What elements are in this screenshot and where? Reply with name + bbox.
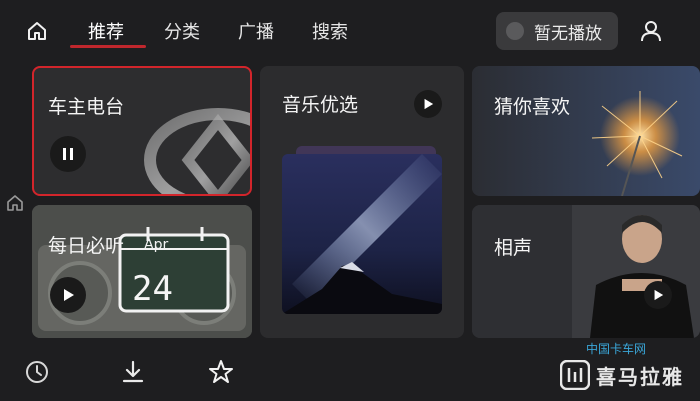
home-icon[interactable] xyxy=(26,20,48,42)
calendar-month: Apr xyxy=(144,237,169,253)
card-title: 猜你喜欢 xyxy=(494,96,571,118)
download-icon[interactable] xyxy=(120,359,146,385)
tab-categories[interactable]: 分类 xyxy=(164,18,200,44)
top-bar: 推荐 分类 广播 搜索 暂无播放 xyxy=(0,0,700,62)
card-guess-you-like[interactable]: 猜你喜欢 xyxy=(472,66,700,196)
star-icon[interactable] xyxy=(208,359,234,385)
play-button[interactable] xyxy=(50,277,86,313)
pause-icon xyxy=(63,148,73,160)
card-title: 音乐优选 xyxy=(282,94,359,116)
ximalaya-logo-icon xyxy=(560,360,590,390)
card-crosstalk[interactable]: 相声 xyxy=(472,205,700,338)
album-cover xyxy=(282,154,442,314)
active-tab-indicator xyxy=(70,45,146,48)
history-icon[interactable] xyxy=(24,359,50,385)
side-home-icon[interactable] xyxy=(6,194,24,212)
play-button[interactable] xyxy=(414,90,442,118)
tab-search[interactable]: 搜索 xyxy=(312,18,348,44)
watermark-text: 中国卡车网 xyxy=(586,342,647,356)
sparkler-art xyxy=(472,66,700,196)
card-title: 车主电台 xyxy=(48,96,125,118)
calendar-day: 24 xyxy=(132,269,173,309)
pause-button[interactable] xyxy=(50,136,86,172)
user-icon[interactable] xyxy=(638,18,664,44)
performer-art xyxy=(472,205,700,338)
now-playing-button[interactable]: 暂无播放 xyxy=(496,12,618,50)
tab-recommend[interactable]: 推荐 xyxy=(88,18,124,44)
now-playing-label: 暂无播放 xyxy=(534,23,602,44)
play-icon xyxy=(654,289,664,301)
play-button[interactable] xyxy=(644,281,672,309)
ximalaya-logo: 喜马拉雅 xyxy=(560,358,700,392)
ximalaya-logo-text: 喜马拉雅 xyxy=(596,364,684,389)
card-music-picks[interactable]: 音乐优选 xyxy=(260,66,464,338)
card-car-owner-radio[interactable]: 车主电台 xyxy=(32,66,252,196)
play-icon xyxy=(64,289,74,301)
tab-broadcast[interactable]: 广播 xyxy=(238,18,274,44)
play-icon xyxy=(424,98,434,110)
card-title: 每日必听 xyxy=(48,235,125,257)
disc-icon xyxy=(506,22,524,40)
card-daily-listen[interactable]: 每日必听 Apr 24 xyxy=(32,205,252,338)
car-logo-art xyxy=(144,108,250,194)
card-title: 相声 xyxy=(494,237,533,259)
